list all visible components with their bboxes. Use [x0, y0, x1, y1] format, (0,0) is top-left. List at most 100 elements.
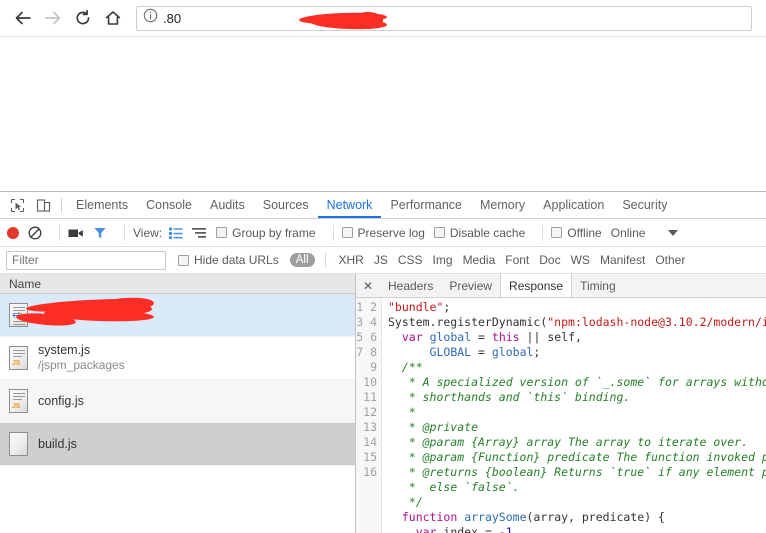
code-line: *	[388, 405, 416, 420]
home-button[interactable]	[98, 3, 128, 33]
tab-console[interactable]: Console	[137, 192, 201, 218]
hide-data-urls-checkbox[interactable]: Hide data URLs	[178, 253, 279, 267]
table-row[interactable]: JS system.js /jspm_packages	[0, 337, 355, 380]
filter-type-js[interactable]: JS	[369, 253, 393, 267]
url-redaction-mark	[353, 11, 383, 29]
network-filter-bar: Hide data URLs All XHR JS CSS Img Media …	[0, 247, 766, 274]
filter-type-other[interactable]: Other	[650, 253, 690, 267]
list-view-icon	[169, 227, 183, 239]
detail-tabbar: ✕ Headers Preview Response Timing	[356, 274, 766, 299]
tab-memory[interactable]: Memory	[471, 192, 534, 218]
filter-type-xhr[interactable]: XHR	[334, 253, 369, 267]
preserve-log-checkbox[interactable]: Preserve log	[341, 225, 425, 240]
chevron-down-icon	[668, 229, 679, 236]
group-by-frame-label: Group by frame	[232, 225, 316, 240]
clear-no-entry-icon	[28, 226, 42, 239]
code-line: var index = -1,	[415, 525, 520, 533]
device-toolbar-button[interactable]	[30, 192, 56, 218]
tab-elements[interactable]: Elements	[67, 192, 137, 218]
table-row[interactable]: ↵	[0, 294, 355, 337]
tab-network[interactable]: Network	[317, 192, 382, 218]
filter-type-ws[interactable]: WS	[566, 253, 595, 267]
close-x-icon: ✕	[362, 278, 374, 293]
address-bar[interactable]: .80	[136, 5, 752, 31]
checkbox-box	[178, 254, 189, 266]
record-button[interactable]	[7, 226, 19, 239]
js-file-icon: JS	[9, 389, 28, 413]
request-detail-pane: ✕ Headers Preview Response Timing 1 2 3 …	[356, 274, 766, 533]
tab-security[interactable]: Security	[613, 192, 676, 218]
code-line: * @private	[388, 420, 479, 435]
code-line: */	[388, 495, 423, 510]
info-circle-icon[interactable]	[143, 8, 158, 28]
filter-type-all[interactable]: All	[289, 253, 315, 267]
filter-type-css[interactable]: CSS	[393, 253, 428, 267]
arrow-right-icon	[45, 11, 61, 25]
arrow-left-icon	[15, 11, 31, 25]
group-by-frame-checkbox[interactable]: Group by frame	[216, 225, 316, 240]
code-line-numbers: 1 2 3 4 5 6 7 8 9 10 11 12 13 14 15 16	[356, 298, 382, 533]
code-line: * @param {Array} array The array to iter…	[388, 435, 749, 450]
reload-button[interactable]	[68, 3, 98, 33]
table-row[interactable]: build.js	[0, 423, 355, 466]
devtools-tabbar: Elements Console Audits Sources Network …	[0, 192, 766, 219]
request-name: config.js	[38, 393, 84, 408]
offline-checkbox[interactable]: Offline	[551, 226, 602, 240]
checkbox-box	[216, 227, 228, 238]
throttling-caret-button[interactable]	[668, 229, 679, 236]
throttling-select[interactable]: Online	[611, 226, 646, 240]
record-circle-icon	[7, 226, 19, 239]
code-line: /**	[388, 360, 423, 375]
row-redaction-mark	[112, 304, 152, 314]
browser-window: .80 Elements Console Audits Sources Netw…	[0, 0, 766, 533]
reload-icon	[76, 9, 90, 25]
checkbox-box	[551, 227, 563, 238]
tab-audits[interactable]: Audits	[201, 192, 254, 218]
response-code-viewer[interactable]: 1 2 3 4 5 6 7 8 9 10 11 12 13 14 15 16 "…	[356, 298, 766, 533]
inspect-element-button[interactable]	[4, 192, 30, 218]
code-line: System.registerDynamic("npm:lodash-node@…	[388, 315, 766, 330]
tab-application[interactable]: Application	[534, 192, 613, 218]
toolbar-divider	[324, 252, 326, 268]
filter-input[interactable]	[6, 250, 166, 270]
column-header-name[interactable]: Name	[0, 274, 355, 294]
detail-tab-headers[interactable]: Headers	[380, 274, 441, 297]
filter-type-doc[interactable]: Doc	[534, 253, 565, 267]
filter-type-media[interactable]: Media	[458, 253, 501, 267]
code-line: * @param {Function} predicate The functi…	[388, 450, 766, 465]
request-name-cell: build.js	[38, 437, 77, 452]
code-line: var global = this || self,	[401, 330, 582, 345]
preserve-log-label: Preserve log	[357, 225, 425, 240]
page-viewport	[0, 36, 766, 192]
capture-screenshots-button[interactable]	[68, 227, 84, 239]
detail-tab-response[interactable]: Response	[500, 274, 573, 298]
request-name: system.js	[38, 343, 91, 357]
disable-cache-checkbox[interactable]: Disable cache	[433, 226, 525, 240]
toolbar-divider	[61, 197, 62, 213]
detail-tab-timing[interactable]: Timing	[572, 274, 624, 297]
detail-tab-preview[interactable]: Preview	[441, 274, 500, 297]
clear-button[interactable]	[28, 226, 42, 240]
forward-button[interactable]	[38, 3, 68, 33]
back-button[interactable]	[8, 3, 38, 33]
address-bar-url: .80	[163, 10, 182, 26]
filter-toggle-button[interactable]	[93, 226, 107, 240]
filter-type-img[interactable]: Img	[428, 253, 458, 267]
checkbox-box	[433, 227, 445, 238]
request-name-cell: system.js /jspm_packages	[38, 343, 125, 373]
filter-type-manifest[interactable]: Manifest	[595, 253, 650, 267]
code-line: * else `false`.	[388, 480, 520, 495]
request-name-cell: config.js	[38, 394, 84, 409]
table-row[interactable]: JS config.js	[0, 380, 355, 423]
view-waterfall-button[interactable]	[192, 227, 207, 239]
camera-icon	[68, 229, 83, 237]
home-icon	[105, 11, 121, 25]
code-content[interactable]: "bundle"; System.registerDynamic("npm:lod…	[382, 298, 766, 533]
filter-type-font[interactable]: Font	[500, 253, 534, 267]
code-line: * @returns {boolean} Returns `true` if a…	[388, 465, 766, 480]
tab-sources[interactable]: Sources	[254, 192, 318, 218]
close-detail-button[interactable]: ✕	[356, 274, 380, 297]
view-list-button[interactable]	[169, 227, 183, 239]
request-path: /jspm_packages	[38, 358, 125, 372]
tab-performance[interactable]: Performance	[381, 192, 471, 218]
